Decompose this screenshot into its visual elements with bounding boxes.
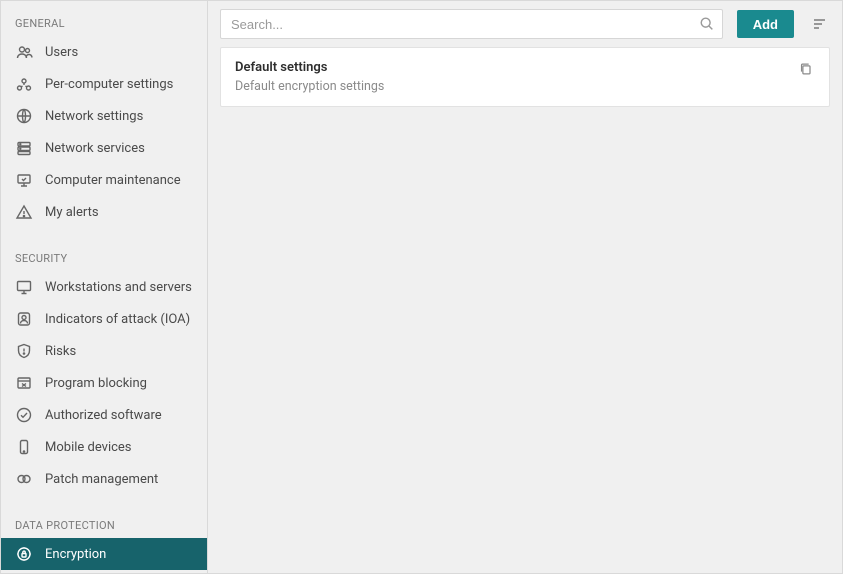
search-box[interactable] [220,9,723,39]
alert-icon [15,203,33,221]
toolbar: Add [208,1,842,47]
sidebar-item-users[interactable]: Users [1,36,207,68]
sidebar-item-mobile-devices[interactable]: Mobile devices [1,431,207,463]
shield-alert-icon [15,342,33,360]
sidebar-item-label: Encryption [45,547,106,562]
sidebar-item-label: Risks [45,344,76,359]
sidebar-item-network-services[interactable]: Network services [1,132,207,164]
main-panel: Add Default settings Default encryption … [208,1,842,573]
sidebar-item-label: Patch management [45,472,158,487]
sidebar-item-label: Computer maintenance [45,173,181,188]
window-blocked-icon [15,374,33,392]
sidebar-item-label: Users [45,45,78,60]
fingerprint-icon [15,310,33,328]
section-header-data-protection: DATA PROTECTION [1,509,207,538]
section-header-general: GENERAL [1,7,207,36]
sidebar-item-computer-maintenance[interactable]: Computer maintenance [1,164,207,196]
smartphone-icon [15,438,33,456]
sidebar-item-label: Per-computer settings [45,77,173,92]
sidebar-item-label: Authorized software [45,408,162,423]
sidebar-item-label: My alerts [45,205,99,220]
sidebar: GENERAL Users Per-computer settings Netw… [1,1,208,573]
sidebar-item-label: Workstations and servers [45,280,192,295]
card-title: Default settings [235,60,384,75]
per-computer-icon [15,75,33,93]
monitor-icon [15,278,33,296]
sidebar-item-per-computer[interactable]: Per-computer settings [1,68,207,100]
sidebar-item-patch-management[interactable]: Patch management [1,463,207,495]
card-text: Default settings Default encryption sett… [235,60,384,94]
sidebar-item-label: Network settings [45,109,143,124]
sidebar-item-label: Indicators of attack (IOA) [45,312,190,327]
copy-button[interactable] [797,60,815,78]
copy-icon [798,61,814,77]
content-area: Default settings Default encryption sett… [208,47,842,573]
sidebar-item-encryption[interactable]: Encryption [1,538,207,570]
globe-icon [15,107,33,125]
sidebar-item-network-settings[interactable]: Network settings [1,100,207,132]
lock-gear-icon [15,545,33,563]
sidebar-item-label: Mobile devices [45,440,132,455]
sort-button[interactable] [808,13,830,35]
settings-card[interactable]: Default settings Default encryption sett… [220,47,830,107]
sidebar-item-workstations[interactable]: Workstations and servers [1,271,207,303]
users-icon [15,43,33,61]
sidebar-item-program-blocking[interactable]: Program blocking [1,367,207,399]
check-circle-icon [15,406,33,424]
section-header-security: SECURITY [1,242,207,271]
sidebar-item-risks[interactable]: Risks [1,335,207,367]
server-icon [15,139,33,157]
card-subtitle: Default encryption settings [235,79,384,94]
sort-icon [810,15,828,33]
sidebar-item-authorized-software[interactable]: Authorized software [1,399,207,431]
maintenance-icon [15,171,33,189]
patch-icon [15,470,33,488]
sidebar-item-label: Program blocking [45,376,147,391]
search-icon [692,16,722,32]
sidebar-item-my-alerts[interactable]: My alerts [1,196,207,228]
add-button[interactable]: Add [737,10,794,38]
sidebar-item-ioa[interactable]: Indicators of attack (IOA) [1,303,207,335]
search-input[interactable] [221,17,692,32]
sidebar-item-label: Network services [45,141,145,156]
